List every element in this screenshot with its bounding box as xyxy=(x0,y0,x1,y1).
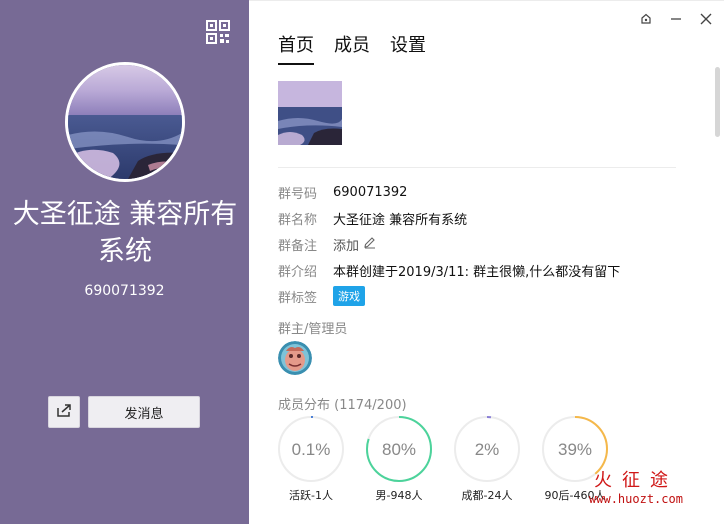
info-row-group-tag: 群标签 游戏 xyxy=(278,283,620,309)
group-info: 群号码 690071392 群名称 大圣征途 兼容所有系统 群备注 添加 群介绍… xyxy=(278,179,620,309)
tab-settings[interactable]: 设置 xyxy=(390,31,426,65)
admin-avatar[interactable] xyxy=(278,341,312,375)
close-icon[interactable] xyxy=(698,11,714,27)
stat-label: 成都-24人 xyxy=(461,489,513,502)
send-message-button[interactable]: 发消息 xyxy=(88,396,200,428)
stat-value: 0.1% xyxy=(292,440,331,459)
divider xyxy=(278,167,676,168)
info-label: 群标签 xyxy=(278,290,318,306)
tab-members[interactable]: 成员 xyxy=(334,31,370,65)
qr-code-icon[interactable] xyxy=(206,20,230,44)
info-row-group-name: 群名称 大圣征途 兼容所有系统 xyxy=(278,205,620,231)
info-row-group-intro: 群介绍 本群创建于2019/3/11: 群主很懒,什么都没有留下 xyxy=(278,257,620,283)
edit-pencil-icon xyxy=(363,236,376,253)
watermark-title: 火征途 xyxy=(594,470,678,491)
watermark-url: www.huozt.com xyxy=(589,492,683,506)
admins-title: 群主/管理员 xyxy=(278,322,348,337)
stat-active: 0.1% 活跃-1人 xyxy=(277,415,345,503)
tab-home[interactable]: 首页 xyxy=(278,31,314,65)
member-distribution-title: 成员分布 (1174/200) xyxy=(278,398,407,413)
info-value: 本群创建于2019/3/11: 群主很懒,什么都没有留下 xyxy=(333,264,621,280)
stat-value: 2% xyxy=(475,440,500,459)
info-label: 群号码 xyxy=(278,186,318,202)
group-avatar[interactable] xyxy=(65,62,185,182)
group-photo-thumbnail[interactable] xyxy=(278,81,342,145)
stat-male: 80% 男-948人 xyxy=(365,415,433,503)
info-value: 690071392 xyxy=(333,184,408,200)
stat-label: 活跃-1人 xyxy=(289,489,333,502)
group-tag-badge[interactable]: 游戏 xyxy=(333,286,365,306)
group-name: 大圣征途 兼容所有系统 xyxy=(12,199,238,267)
tab-bar: 首页 成员 设置 xyxy=(278,31,426,65)
group-id: 690071392 xyxy=(84,283,165,299)
scrollbar[interactable] xyxy=(715,67,720,137)
info-row-group-number: 群号码 690071392 xyxy=(278,179,620,205)
info-label: 群介绍 xyxy=(278,264,318,280)
info-value: 大圣征途 兼容所有系统 xyxy=(333,212,468,228)
stat-value: 39% xyxy=(558,440,592,459)
pin-icon[interactable] xyxy=(638,11,654,27)
group-detail-panel: 首页 成员 设置 群号码 690071392 群名称 大圣征途 兼容所有系统 群… xyxy=(249,0,724,524)
share-button[interactable] xyxy=(48,396,80,428)
share-icon xyxy=(56,402,72,422)
add-remark-label: 添加 xyxy=(333,238,360,254)
info-label: 群备注 xyxy=(278,238,318,254)
info-row-group-remark: 群备注 添加 xyxy=(278,231,620,257)
group-profile-panel: 大圣征途 兼容所有系统 690071392 发消息 xyxy=(0,0,249,524)
stat-label: 男-948人 xyxy=(375,489,423,502)
add-remark-link[interactable]: 添加 xyxy=(333,235,376,254)
stat-value: 80% xyxy=(382,440,416,459)
info-label: 群名称 xyxy=(278,212,318,228)
stat-location: 2% 成都-24人 xyxy=(453,415,521,503)
watermark: 火征途 www.huozt.com xyxy=(556,466,716,506)
minimize-icon[interactable] xyxy=(668,11,684,27)
